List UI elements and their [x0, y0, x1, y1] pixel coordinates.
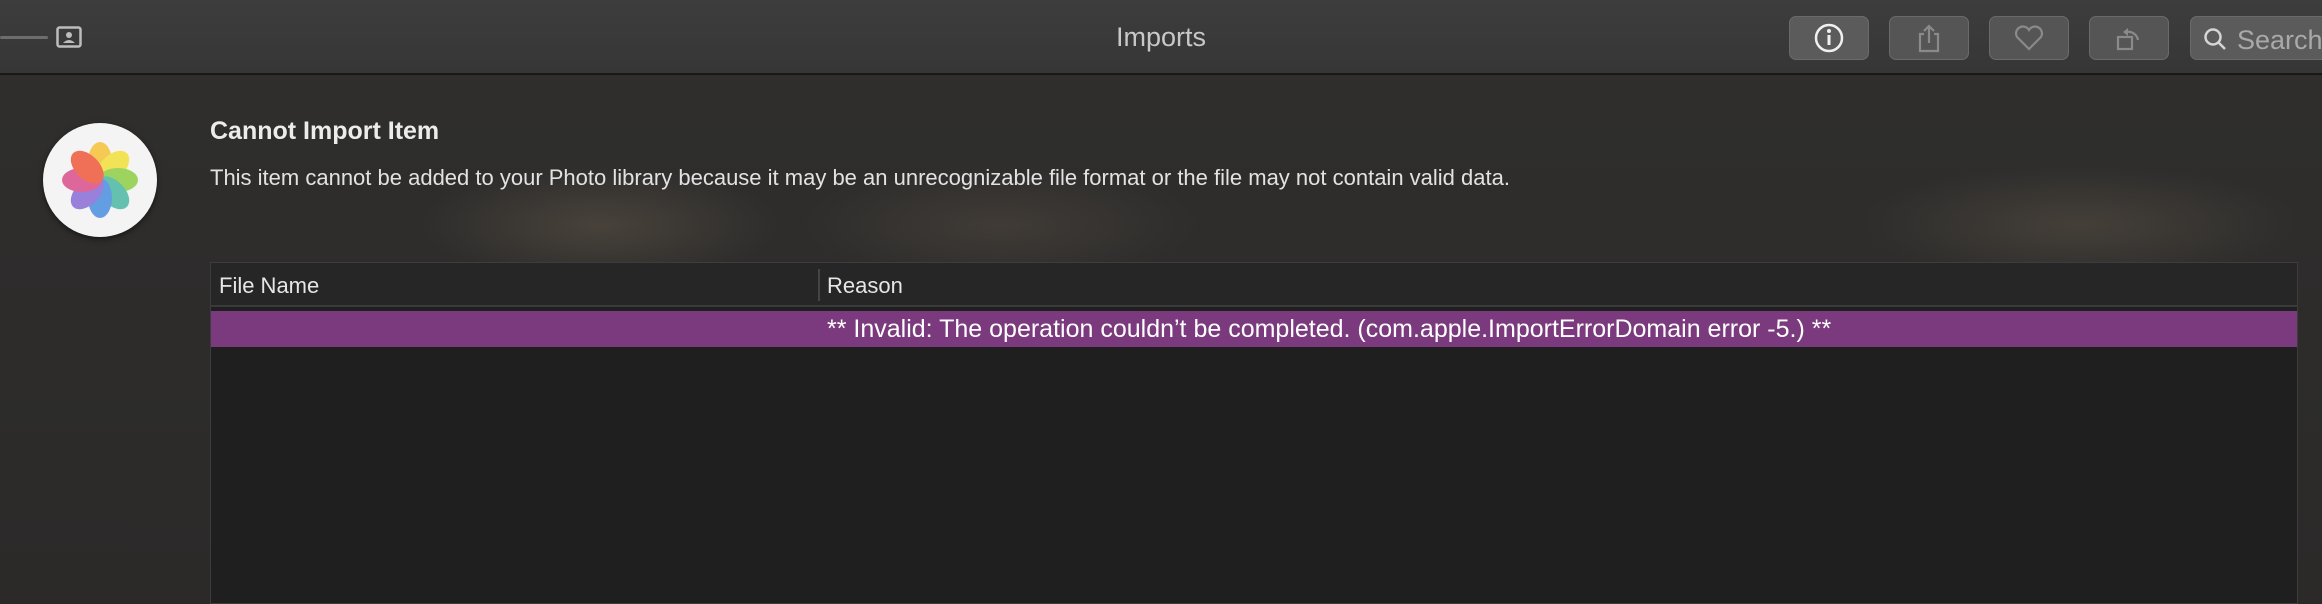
share-button[interactable]: [1889, 16, 1969, 60]
favorite-button[interactable]: [1989, 16, 2069, 60]
heart-icon: [2014, 25, 2044, 51]
search-icon: [2204, 28, 2226, 50]
dialog-message: This item cannot be added to your Photo …: [210, 165, 1510, 190]
photos-app-icon: [43, 123, 157, 237]
photos-flower-icon: [62, 142, 138, 218]
search-field[interactable]: Search: [2190, 16, 2322, 60]
rotate-button[interactable]: [2089, 16, 2169, 60]
import-error-panel: Cannot Import Item This item cannot be a…: [0, 75, 2322, 604]
search-placeholder: Search: [2237, 25, 2322, 55]
column-header-file-name[interactable]: File Name: [219, 273, 319, 299]
column-header-reason[interactable]: Reason: [827, 273, 903, 299]
rotate-icon: [2116, 28, 2140, 51]
table-header: File Name Reason: [211, 263, 2297, 307]
import-errors-table: File Name Reason ** Invalid: The operati…: [210, 262, 2298, 604]
window-title: Imports: [1115, 22, 1207, 52]
toolbar: Imports Search: [0, 0, 2322, 75]
cell-reason: ** Invalid: The operation couldn’t be co…: [827, 315, 1832, 343]
table-row[interactable]: ** Invalid: The operation couldn’t be co…: [211, 311, 2297, 347]
info-icon: [1814, 23, 1844, 53]
column-divider[interactable]: [818, 269, 820, 301]
share-icon: [1918, 24, 1940, 53]
info-button[interactable]: [1789, 16, 1869, 60]
dialog-heading: Cannot Import Item: [210, 117, 440, 145]
